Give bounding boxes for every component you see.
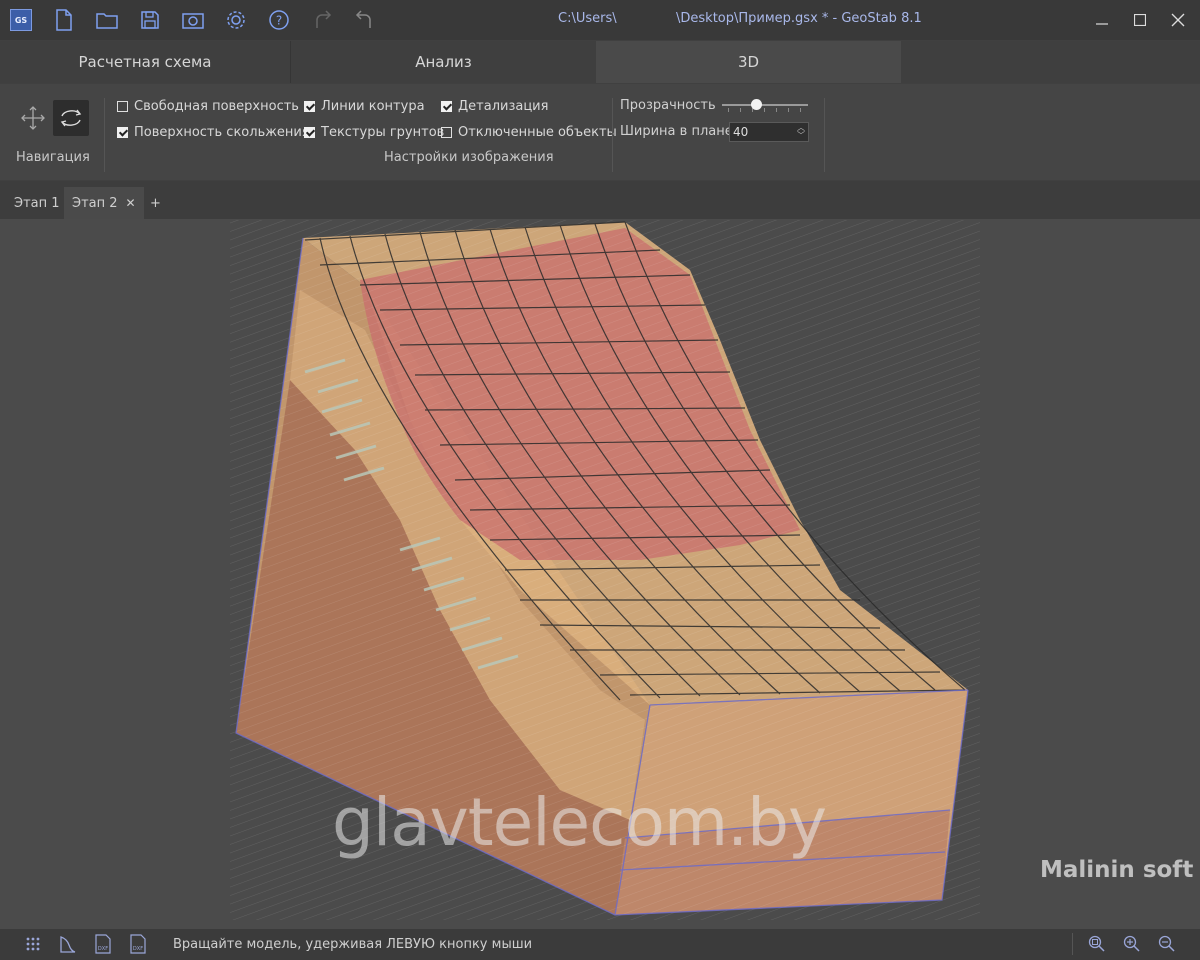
plan-width-value: 40 xyxy=(733,125,749,139)
slider-track xyxy=(722,104,808,106)
help-icon[interactable]: ? xyxy=(267,8,291,32)
checkbox-box xyxy=(304,101,315,112)
maximize-button[interactable] xyxy=(1128,8,1152,32)
checkbox-box xyxy=(117,127,128,138)
checkbox-box xyxy=(441,127,452,138)
checkbox-label: Поверхность скольжения xyxy=(134,125,310,140)
app-logo[interactable]: GS xyxy=(9,8,33,32)
pan-tool-button[interactable] xyxy=(15,100,51,136)
main-tab-bar: Расчетная схема Анализ 3D xyxy=(0,41,1200,83)
checkbox-disabled-objects[interactable]: Отключенные объекты xyxy=(441,125,617,140)
checkbox-free-surface[interactable]: Свободная поверхность xyxy=(117,99,299,114)
open-folder-icon[interactable] xyxy=(95,8,119,32)
tab-label: Расчетная схема xyxy=(78,53,212,71)
image-settings-group-label: Настройки изображения xyxy=(384,150,554,165)
ribbon-toolbar: Навигация Свободная поверхность Поверхно… xyxy=(0,84,1200,180)
tab-label: Анализ xyxy=(415,53,472,71)
slider-thumb[interactable] xyxy=(751,99,762,110)
rotate-icon xyxy=(60,109,82,127)
transparency-slider[interactable] xyxy=(722,98,808,114)
pan-arrows-icon xyxy=(21,106,45,130)
brand-text: Malinin soft xyxy=(1040,857,1194,883)
zoom-in-icon[interactable] xyxy=(1121,933,1143,955)
status-message: Вращайте модель, удерживая ЛЕВУЮ кнопку … xyxy=(173,937,533,952)
zoom-out-icon[interactable] xyxy=(1156,933,1178,955)
watermark-text: glavtelecom.by xyxy=(332,784,827,861)
tab-analysis[interactable]: Анализ xyxy=(291,41,596,83)
undo-icon[interactable] xyxy=(353,8,377,32)
3d-viewport[interactable]: glavtelecom.by Malinin soft xyxy=(0,219,1200,929)
ribbon-separator xyxy=(104,98,105,172)
title-bar: GS ? C:\Users\ \Desktop\Пример.gsx * - G… xyxy=(0,0,1200,40)
transparency-label: Прозрачность xyxy=(620,98,716,113)
brand-logo: Malinin soft xyxy=(1036,857,1197,883)
ribbon-separator xyxy=(824,98,825,172)
close-tab-icon[interactable]: ✕ xyxy=(126,196,136,210)
stage-tab-label: Этап 1 xyxy=(14,195,60,211)
checkbox-label: Детализация xyxy=(458,99,549,114)
checkbox-label: Текстуры грунтов xyxy=(321,125,445,140)
tab-stage-1[interactable]: Этап 1 xyxy=(4,187,70,219)
checkbox-box xyxy=(441,101,452,112)
checkbox-soil-textures[interactable]: Текстуры грунтов xyxy=(304,125,444,140)
window-title: \Desktop\Пример.gsx * - GeoStab 8.1 xyxy=(676,11,922,26)
tab-stage-2[interactable]: Этап 2 ✕ xyxy=(64,187,144,219)
checkbox-slip-surface[interactable]: Поверхность скольжения xyxy=(117,125,310,140)
checkbox-label: Свободная поверхность xyxy=(134,99,299,114)
minimize-button[interactable] xyxy=(1090,8,1114,32)
checkbox-contour-lines[interactable]: Линии контура xyxy=(304,99,425,114)
ribbon-separator xyxy=(612,98,613,172)
save-icon[interactable] xyxy=(138,8,162,32)
tab-3d[interactable]: 3D xyxy=(596,41,901,83)
svg-text:?: ? xyxy=(276,14,282,28)
checkbox-box xyxy=(117,101,128,112)
status-separator xyxy=(1072,933,1073,955)
tab-calc-scheme[interactable]: Расчетная схема xyxy=(0,41,290,83)
rotate-tool-button[interactable] xyxy=(53,100,89,136)
new-file-icon[interactable] xyxy=(52,8,76,32)
tab-label: 3D xyxy=(737,53,760,71)
zoom-fit-icon[interactable] xyxy=(1086,933,1108,955)
close-window-button[interactable] xyxy=(1166,8,1190,32)
screenshot-camera-icon[interactable] xyxy=(181,8,205,32)
slider-ticks xyxy=(728,108,804,112)
stage-tab-label: Этап 2 xyxy=(72,195,118,211)
status-bar: DXF DXF Вращайте модель, удерживая ЛЕВУЮ… xyxy=(0,929,1200,960)
checkbox-label: Линии контура xyxy=(321,99,425,114)
checkbox-detailing[interactable]: Детализация xyxy=(441,99,548,114)
navigation-group-label: Навигация xyxy=(16,150,90,165)
window-title-path: C:\Users\ xyxy=(558,11,617,26)
plan-width-label: Ширина в плане xyxy=(620,124,733,139)
svg-text:DXF: DXF xyxy=(98,946,108,952)
add-stage-button[interactable]: + xyxy=(141,187,170,219)
plan-width-input[interactable]: 40 ︿ ﹀ xyxy=(729,122,809,142)
import-dxf-icon[interactable]: DXF xyxy=(127,933,149,955)
grid-dots-icon[interactable] xyxy=(22,933,44,955)
app-logo-text: GS xyxy=(10,9,32,31)
add-tab-label: + xyxy=(150,195,161,211)
settings-gear-icon[interactable] xyxy=(224,8,248,32)
slope-section-icon[interactable] xyxy=(57,933,79,955)
checkbox-label: Отключенные объекты xyxy=(458,125,617,140)
svg-text:DXF: DXF xyxy=(133,946,143,952)
stage-tab-bar: Этап 1 Этап 2 ✕ + xyxy=(0,181,1200,219)
export-dxf-icon[interactable]: DXF xyxy=(92,933,114,955)
redo-icon[interactable] xyxy=(310,8,334,32)
spinner-arrows-icon[interactable]: ︿ ﹀ xyxy=(797,124,805,140)
checkbox-box xyxy=(304,127,315,138)
